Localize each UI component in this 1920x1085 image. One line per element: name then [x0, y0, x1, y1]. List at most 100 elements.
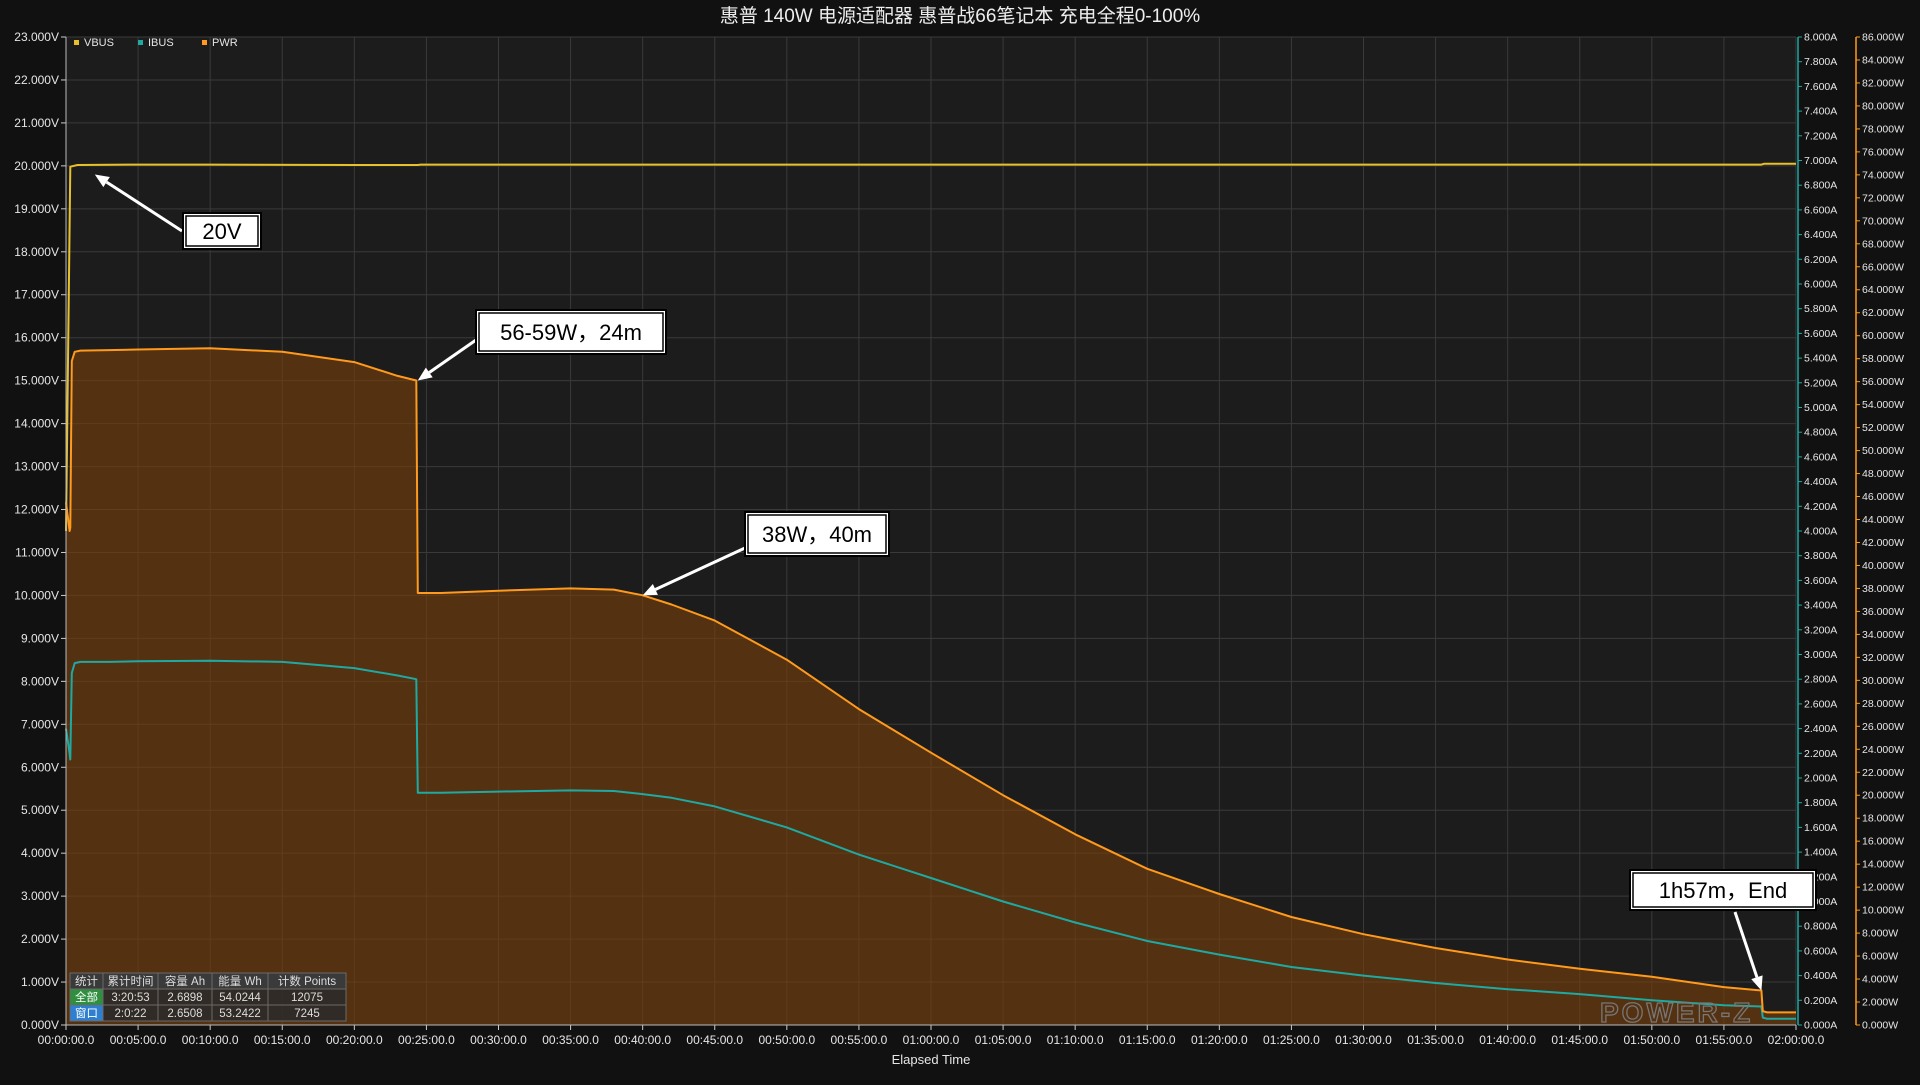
x-tick-label: 01:05:00.0: [975, 1033, 1032, 1047]
y-tick-label-power: 84.000W: [1862, 54, 1904, 66]
y-tick-label-current: 1.800A: [1804, 797, 1837, 809]
y-tick-label-current: 0.600A: [1804, 945, 1837, 957]
y-tick-label-current: 1.400A: [1804, 847, 1837, 859]
y-tick-label-voltage: 0.000V: [21, 1018, 59, 1032]
y-tick-label-current: 7.000A: [1804, 155, 1837, 167]
watermark: POWER-Z: [1600, 997, 1753, 1028]
stats-header-label: 计数 Points: [278, 974, 336, 988]
y-tick-label-voltage: 6.000V: [21, 760, 59, 774]
y-tick-label-power: 14.000W: [1862, 859, 1904, 871]
y-tick-label-current: 1.600A: [1804, 822, 1837, 834]
y-tick-label-voltage: 1.000V: [21, 975, 59, 989]
stats-cell: 2.6508: [167, 1008, 202, 1020]
x-tick-label: 00:20:00.0: [326, 1033, 383, 1047]
y-tick-label-power: 50.000W: [1862, 445, 1904, 457]
y-tick-label-current: 5.800A: [1804, 303, 1837, 315]
y-tick-label-current: 6.000A: [1804, 279, 1837, 291]
y-tick-label-power: 42.000W: [1862, 537, 1904, 549]
annotation-text: 56-59W，24m: [500, 320, 642, 345]
y-tick-label-current: 8.000A: [1804, 32, 1837, 44]
x-tick-label: 01:20:00.0: [1191, 1033, 1248, 1047]
y-tick-label-voltage: 3.000V: [21, 889, 59, 903]
y-tick-label-current: 0.000A: [1804, 1020, 1837, 1032]
y-tick-label-voltage: 17.000V: [14, 288, 59, 302]
annotation-text: 1h57m，End: [1659, 878, 1787, 903]
x-tick-label: 01:25:00.0: [1263, 1033, 1320, 1047]
y-tick-label-power: 82.000W: [1862, 77, 1904, 89]
y-tick-label-power: 40.000W: [1862, 560, 1904, 572]
y-tick-label-current: 3.800A: [1804, 550, 1837, 562]
y-tick-label-power: 54.000W: [1862, 399, 1904, 411]
x-tick-label: 01:30:00.0: [1335, 1033, 1392, 1047]
y-tick-label-voltage: 13.000V: [14, 460, 59, 474]
y-tick-label-power: 44.000W: [1862, 514, 1904, 526]
y-tick-label-current: 2.000A: [1804, 773, 1837, 785]
y-tick-label-power: 34.000W: [1862, 629, 1904, 641]
stats-header-label: 能量 Wh: [218, 974, 261, 988]
legend: VBUS IBUS PWR: [74, 37, 238, 49]
y-tick-label-power: 86.000W: [1862, 32, 1904, 44]
y-tick-label-voltage: 4.000V: [21, 846, 59, 860]
y-tick-label-power: 6.000W: [1862, 951, 1898, 963]
x-tick-label: 00:30:00.0: [470, 1033, 527, 1047]
y-tick-label-power: 66.000W: [1862, 261, 1904, 273]
y-tick-label-current: 2.400A: [1804, 723, 1837, 735]
y-tick-label-voltage: 12.000V: [14, 503, 59, 517]
x-tick-label: 01:00:00.0: [903, 1033, 960, 1047]
y-tick-label-current: 6.800A: [1804, 180, 1837, 192]
y-tick-label-current: 7.400A: [1804, 106, 1837, 118]
y-tick-label-power: 4.000W: [1862, 974, 1898, 986]
y-tick-label-power: 64.000W: [1862, 284, 1904, 296]
y-tick-label-voltage: 2.000V: [21, 932, 59, 946]
y-tick-label-current: 4.800A: [1804, 427, 1837, 439]
x-tick-label: 00:45:00.0: [686, 1033, 743, 1047]
y-tick-label-voltage: 7.000V: [21, 717, 59, 731]
y-tick-label-voltage: 22.000V: [14, 73, 59, 87]
stats-header-label: 容量 Ah: [165, 974, 205, 988]
y-tick-label-power: 12.000W: [1862, 882, 1904, 894]
y-tick-label-power: 32.000W: [1862, 652, 1904, 664]
y-tick-label-current: 6.400A: [1804, 229, 1837, 241]
y-tick-label-power: 30.000W: [1862, 675, 1904, 687]
y-tick-label-current: 3.600A: [1804, 575, 1837, 587]
y-tick-label-voltage: 23.000V: [14, 30, 59, 44]
y-tick-label-current: 5.600A: [1804, 328, 1837, 340]
x-axis-label: Elapsed Time: [892, 1052, 971, 1067]
x-tick-label: 01:40:00.0: [1479, 1033, 1536, 1047]
x-tick-label: 00:05:00.0: [110, 1033, 167, 1047]
stats-row-label: 窗口: [75, 1006, 98, 1020]
y-tick-label-power: 52.000W: [1862, 422, 1904, 434]
y-tick-label-current: 4.000A: [1804, 526, 1837, 538]
y-tick-label-power: 22.000W: [1862, 767, 1904, 779]
y-tick-label-power: 0.000W: [1862, 1020, 1898, 1032]
y-tick-label-voltage: 5.000V: [21, 803, 59, 817]
stats-cell: 2:0:22: [115, 1008, 147, 1020]
x-tick-label: 01:10:00.0: [1047, 1033, 1104, 1047]
y-tick-label-current: 4.200A: [1804, 501, 1837, 513]
y-tick-label-power: 60.000W: [1862, 330, 1904, 342]
y-tick-label-power: 26.000W: [1862, 721, 1904, 733]
x-tick-label: 01:55:00.0: [1696, 1033, 1753, 1047]
y-tick-label-current: 2.600A: [1804, 698, 1837, 710]
y-tick-label-power: 28.000W: [1862, 698, 1904, 710]
stats-row-label: 全部: [75, 990, 98, 1004]
y-tick-label-voltage: 9.000V: [21, 631, 59, 645]
legend-label-pwr: PWR: [212, 37, 238, 49]
y-tick-label-power: 10.000W: [1862, 905, 1904, 917]
y-tick-label-current: 0.200A: [1804, 995, 1837, 1007]
y-tick-label-current: 2.200A: [1804, 748, 1837, 760]
x-tick-label: 00:55:00.0: [831, 1033, 888, 1047]
y-tick-label-power: 72.000W: [1862, 192, 1904, 204]
y-tick-label-power: 58.000W: [1862, 353, 1904, 365]
y-tick-label-power: 70.000W: [1862, 215, 1904, 227]
y-tick-label-current: 5.400A: [1804, 353, 1837, 365]
y-tick-label-power: 74.000W: [1862, 169, 1904, 181]
y-tick-label-current: 4.400A: [1804, 476, 1837, 488]
y-tick-label-current: 0.800A: [1804, 921, 1837, 933]
legend-label-ibus: IBUS: [148, 37, 174, 49]
x-tick-label: 00:25:00.0: [398, 1033, 455, 1047]
y-tick-label-current: 2.800A: [1804, 674, 1837, 686]
annotation-text: 38W，40m: [762, 522, 872, 547]
y-tick-label-power: 46.000W: [1862, 491, 1904, 503]
y-tick-label-voltage: 10.000V: [14, 588, 59, 602]
